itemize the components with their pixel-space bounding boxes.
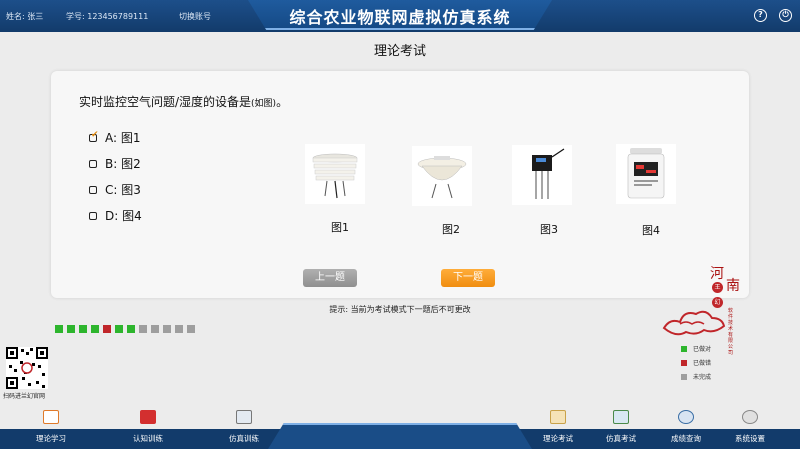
progress-square-5[interactable] <box>103 325 111 333</box>
checkbox[interactable] <box>89 185 97 194</box>
legend-label: 已做对 <box>693 346 712 353</box>
legend-todo: 未完成 <box>681 372 711 381</box>
nav-label[interactable]: 认知训练 <box>118 433 178 444</box>
legend-swatch <box>681 345 687 352</box>
option-label: A: 图1 <box>105 131 141 145</box>
search-icon <box>678 410 694 424</box>
figure-1-image <box>305 144 365 204</box>
help-icon[interactable]: ? <box>754 9 767 22</box>
figure-2-label: 图2 <box>442 223 460 236</box>
nav-label[interactable]: 理论学习 <box>21 433 81 444</box>
progress-square-1[interactable] <box>55 325 63 333</box>
switch-account-link[interactable]: 切换账号 <box>179 11 211 22</box>
calendar-icon <box>43 410 59 424</box>
app-title: 综合农业物联网虚拟仿真系统 <box>289 8 511 27</box>
option-a[interactable]: ✔ A: 图1 <box>89 129 141 146</box>
progress-square-7[interactable] <box>127 325 135 333</box>
option-label: D: 图4 <box>105 209 142 223</box>
nav-label[interactable]: 仿真训练 <box>214 433 274 444</box>
question-body: 实时监控空气问题/湿度的设备是 <box>79 95 252 109</box>
nav-system-settings[interactable] <box>720 410 780 424</box>
nav-label[interactable]: 成绩查询 <box>656 433 716 444</box>
legend-label: 未完成 <box>693 374 712 381</box>
figure-4-label: 图4 <box>642 224 660 237</box>
legend-done: 已做对 <box>681 344 711 353</box>
figure-1-label: 图1 <box>331 221 349 234</box>
company-name-vertical: 软件技术有限公司 <box>728 308 734 356</box>
progress-square-6[interactable] <box>115 325 123 333</box>
qr-caption: 扫码进兰幻官网 <box>3 393 46 400</box>
progress-square-12[interactable] <box>187 325 195 333</box>
progress-square-11[interactable] <box>175 325 183 333</box>
nav-theory-exam[interactable] <box>528 410 588 424</box>
check-icon: ✔ <box>91 129 99 140</box>
nav-score-query[interactable] <box>656 410 716 424</box>
book-icon <box>140 410 156 424</box>
student-name: 姓名: 张三 <box>6 12 44 21</box>
option-b[interactable]: B: 图2 <box>89 155 141 172</box>
question-suffix: (如图) <box>251 99 277 109</box>
nav-cognitive-training[interactable] <box>118 410 178 424</box>
nav-label[interactable]: 系统设置 <box>720 433 780 444</box>
cloud-logo-icon <box>662 310 726 336</box>
figure-4-image <box>616 144 676 204</box>
legend-wrong: 已做错 <box>681 358 711 367</box>
brand-char-1: 河 <box>710 266 724 282</box>
option-c[interactable]: C: 图3 <box>89 181 141 198</box>
progress-square-3[interactable] <box>79 325 87 333</box>
clipboard-icon <box>550 410 566 424</box>
student-id: 学号: 123456789111 <box>66 12 149 21</box>
question-progress <box>55 325 195 333</box>
question-text: 实时监控空气问题/湿度的设备是(如图)。 <box>79 93 288 110</box>
option-label: C: 图3 <box>105 183 141 197</box>
legend-swatch <box>681 373 687 380</box>
nav-simulation-training[interactable] <box>214 410 274 424</box>
option-label: B: 图2 <box>105 157 141 171</box>
nav-theory-study[interactable] <box>21 410 81 424</box>
page-title: 理论考试 <box>373 44 426 59</box>
power-icon[interactable]: ⏻ <box>779 9 792 22</box>
qr-code-icon[interactable] <box>6 347 48 389</box>
progress-square-8[interactable] <box>139 325 147 333</box>
prev-question-button[interactable]: 上一题 <box>303 269 357 287</box>
bottom-center-plate <box>268 423 532 449</box>
nav-label[interactable]: 仿真考试 <box>591 433 651 444</box>
chart-monitor-icon <box>613 410 629 424</box>
checkbox[interactable] <box>89 211 97 220</box>
gear-icon <box>742 410 758 424</box>
next-question-button[interactable]: 下一题 <box>441 269 495 287</box>
nav-label[interactable]: 理论考试 <box>528 433 588 444</box>
seal-dot-1: 王 <box>712 282 723 293</box>
question-end: 。 <box>276 95 289 109</box>
progress-square-10[interactable] <box>163 325 171 333</box>
monitor-icon <box>236 410 252 424</box>
figure-3-image <box>512 145 572 205</box>
brand-char-2: 南 <box>726 278 740 294</box>
progress-square-2[interactable] <box>67 325 75 333</box>
checkbox[interactable]: ✔ <box>89 130 99 142</box>
legend-label: 已做错 <box>693 360 712 367</box>
legend-swatch <box>681 359 687 366</box>
progress-square-9[interactable] <box>151 325 159 333</box>
question-panel: 实时监控空气问题/湿度的设备是(如图)。 ✔ A: 图1 B: 图2 C: 图3… <box>51 71 749 298</box>
figure-3-label: 图3 <box>540 223 558 236</box>
checkbox[interactable] <box>89 159 97 168</box>
figure-2-image <box>412 146 472 206</box>
option-d[interactable]: D: 图4 <box>89 207 142 224</box>
nav-simulation-exam[interactable] <box>591 410 651 424</box>
progress-square-4[interactable] <box>91 325 99 333</box>
